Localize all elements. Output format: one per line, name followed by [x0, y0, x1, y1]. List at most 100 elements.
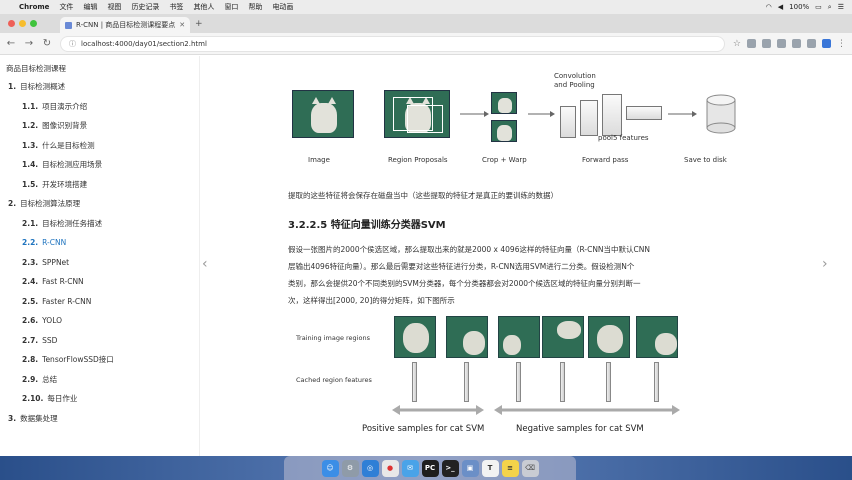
info-icon[interactable]: ⓘ — [69, 39, 76, 49]
more-icon[interactable]: ⋮ — [837, 39, 846, 49]
extensions: ☆ ⋮ — [733, 39, 846, 49]
menu-history[interactable]: 历史记录 — [126, 2, 164, 12]
minimize-window-icon[interactable] — [19, 20, 26, 27]
sidebar-item[interactable]: 1. 目标检测概述 — [0, 77, 199, 97]
battery-icon[interactable]: ▭ — [815, 3, 822, 11]
label-forward-pass: Forward pass — [582, 156, 629, 164]
sidebar-item-label: 开发环境搭建 — [42, 179, 88, 189]
extension-icon[interactable] — [822, 39, 831, 48]
menu-icon[interactable]: ☰ — [838, 3, 844, 11]
sidebar-item-number: 1.3. — [22, 140, 39, 150]
dock: ☺ ⚙ ◎ ● ✉ PC >_ ▣ T ≡ ⌫ — [284, 456, 576, 480]
svm-training-figure: Training image regions Cached region fea… — [288, 314, 708, 454]
terminal-icon[interactable]: >_ — [441, 459, 459, 477]
tab-rcnn[interactable]: R-CNN | 商品目标检测课程要点 ✕ — [60, 17, 190, 33]
menu-people[interactable]: 其他人 — [188, 2, 219, 12]
menu-app-name[interactable]: Chrome — [14, 3, 54, 11]
sidebar-item[interactable]: 2.1. 目标检测任务描述 — [0, 214, 199, 234]
sidebar-item[interactable]: 1.2. 图像识别背景 — [0, 116, 199, 136]
label-image: Image — [308, 156, 330, 164]
sidebar-item[interactable]: 2.3. SPPNet — [0, 253, 199, 273]
sidebar-item[interactable]: 2.9. 总结 — [0, 370, 199, 390]
menu-help[interactable]: 帮助 — [243, 2, 267, 12]
paragraph-line: 类别，那么会提供20个不同类别的SVM分类器，每个分类器都会对2000个候选区域… — [288, 279, 641, 288]
extension-icon[interactable] — [792, 39, 801, 48]
extension-icon[interactable] — [807, 39, 816, 48]
extension-icon[interactable] — [777, 39, 786, 48]
launchpad-icon[interactable]: ⚙ — [341, 459, 359, 477]
sidebar-item[interactable]: 2.10. 每日作业 — [0, 389, 199, 409]
conv-layer-box — [580, 100, 598, 136]
chrome-icon[interactable]: ● — [381, 459, 399, 477]
sidebar-list: 1. 目标检测概述 1.1. 项目演示介绍 1.2. 图像识别背景 1.3. 什么是目标检测 1… — [0, 77, 199, 428]
volume-icon[interactable]: ◀ — [778, 3, 783, 11]
sidebar-item[interactable]: 1.5. 开发环境搭建 — [0, 175, 199, 195]
tab-bar: R-CNN | 商品目标检测课程要点 ✕ + — [0, 14, 852, 33]
bookmark-star-icon[interactable]: ☆ — [733, 39, 741, 49]
sample-arrows — [392, 405, 680, 415]
rcnn-pipeline-figure: Image Region Proposals Crop + Warp Convo… — [288, 66, 748, 186]
menu-window[interactable]: 窗口 — [219, 2, 243, 12]
sidebar-item-label: 项目演示介绍 — [42, 101, 88, 111]
wifi-icon[interactable]: ◠ — [766, 3, 772, 11]
pycharm-icon[interactable]: PC — [421, 459, 439, 477]
extension-icon[interactable] — [747, 39, 756, 48]
sidebar-item-number: 3. — [8, 413, 17, 423]
sidebar-item[interactable]: 2.6. YOLO — [0, 311, 199, 331]
address-bar: ← → ↻ ⓘ localhost:4000/day01/section2.ht… — [0, 33, 852, 55]
typora-icon[interactable]: T — [481, 459, 499, 477]
sidebar-item-number: 2. — [8, 199, 17, 209]
reload-icon[interactable]: ↻ — [42, 38, 52, 49]
paragraph-line: 假设一张图片的2000个侯选区域，那么提取出来的就是2000 x 4096这样的… — [288, 245, 650, 254]
sidebar-item[interactable]: 3. 数据集处理 — [0, 409, 199, 429]
safari-icon[interactable]: ◎ — [361, 459, 379, 477]
trash-icon[interactable]: ⌫ — [521, 459, 539, 477]
menu-edit[interactable]: 编辑 — [78, 2, 102, 12]
sidebar-item-label: 目标检测任务描述 — [42, 218, 103, 228]
sidebar-item-number: 2.4. — [22, 277, 39, 287]
status-area: ◠ ◀ 100% ▭ ⌕ ☰ — [766, 3, 852, 12]
sidebar-item-label: R-CNN — [42, 238, 67, 248]
sidebar-item[interactable]: 1.3. 什么是目标检测 — [0, 136, 199, 156]
notes-icon[interactable]: ≡ — [501, 459, 519, 477]
sidebar-item[interactable]: 2.8. TensorFlowSSD接口 — [0, 350, 199, 370]
sidebar-item-label: 图像识别背景 — [42, 121, 88, 131]
close-window-icon[interactable] — [8, 20, 15, 27]
sidebar-item[interactable]: 2. 目标检测算法原理 — [0, 194, 199, 214]
url-field[interactable]: ⓘ localhost:4000/day01/section2.html — [60, 35, 725, 52]
sidebar: 商品目标检测课程 1. 目标检测概述 1.1. 项目演示介绍 1.2. 图像识别背景 1.3… — [0, 56, 200, 456]
extension-icon[interactable] — [762, 39, 771, 48]
forward-icon[interactable]: → — [24, 38, 34, 49]
search-icon[interactable]: ⌕ — [828, 3, 832, 12]
close-tab-icon[interactable]: ✕ — [179, 21, 185, 29]
finder-icon[interactable]: ☺ — [321, 459, 339, 477]
maximize-window-icon[interactable] — [30, 20, 37, 27]
next-page-icon[interactable]: › — [822, 256, 828, 272]
label-region-proposals: Region Proposals — [388, 156, 448, 164]
menu-view[interactable]: 视图 — [102, 2, 126, 12]
back-icon[interactable]: ← — [6, 38, 16, 49]
caption-paragraph: 提取的这些特征将会保存在磁盘当中（这些提取的特征才是真正的要训练的数据） — [288, 191, 558, 200]
sidebar-item-number: 1.1. — [22, 101, 39, 111]
prev-page-icon[interactable]: ‹ — [202, 256, 208, 272]
sidebar-item-label: 什么是目标检测 — [42, 140, 95, 150]
menu-extra[interactable]: 电动画 — [267, 2, 298, 12]
sidebar-item[interactable]: 2.7. SSD — [0, 331, 199, 351]
sidebar-item-label: SPPNet — [42, 257, 70, 267]
sidebar-item-label: TensorFlowSSD接口 — [42, 355, 114, 365]
mail-icon[interactable]: ✉ — [401, 459, 419, 477]
sidebar-item-label: 目标检测算法原理 — [20, 199, 81, 209]
sidebar-title[interactable]: 商品目标检测课程 — [0, 60, 199, 77]
menu-file[interactable]: 文件 — [54, 2, 78, 12]
sidebar-item[interactable]: 1.1. 项目演示介绍 — [0, 97, 199, 117]
menu-bookmarks[interactable]: 书签 — [164, 2, 188, 12]
sidebar-item[interactable]: 1.4. 目标检测应用场景 — [0, 155, 199, 175]
preview-icon[interactable]: ▣ — [461, 459, 479, 477]
sidebar-item-number: 2.7. — [22, 335, 39, 345]
new-tab-icon[interactable]: + — [195, 19, 203, 29]
label-pool5-features: pool5 features — [598, 134, 649, 142]
sidebar-item[interactable]: 2.5. Faster R-CNN — [0, 292, 199, 312]
sidebar-item[interactable]: 2.2. R-CNN — [0, 233, 199, 253]
sidebar-item[interactable]: 2.4. Fast R-CNN — [0, 272, 199, 292]
sidebar-item-label: 总结 — [42, 374, 58, 384]
